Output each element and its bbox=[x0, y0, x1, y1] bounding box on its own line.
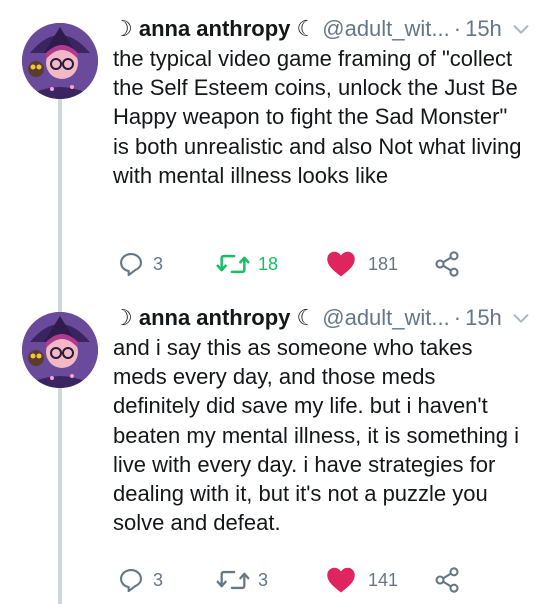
like-count: 181 bbox=[368, 253, 399, 274]
tweet-actions: 3 18 181 bbox=[113, 249, 533, 279]
retweet-icon bbox=[216, 570, 250, 590]
share-button[interactable] bbox=[433, 249, 461, 279]
tweet[interactable]: ☽ anna anthropy ☾ @adult_wit... · 15h an… bbox=[0, 303, 540, 603]
display-name[interactable]: ☽ anna anthropy ☾ bbox=[113, 303, 316, 333]
tweet-text: the typical video game framing of "colle… bbox=[113, 46, 522, 188]
avatar[interactable] bbox=[22, 312, 98, 388]
share-icon bbox=[435, 567, 459, 593]
reply-icon bbox=[120, 569, 142, 593]
retweet-count: 18 bbox=[258, 253, 279, 274]
user-handle[interactable]: @adult_wit... bbox=[322, 14, 450, 44]
reply-count: 3 bbox=[153, 253, 164, 274]
reply-icon bbox=[120, 253, 142, 277]
tweet-text: and i say this as someone who takes meds… bbox=[113, 335, 519, 536]
chevron-down-icon[interactable] bbox=[510, 307, 532, 329]
share-button[interactable] bbox=[433, 565, 461, 595]
tweet[interactable]: ☽ anna anthropy ☾ @adult_wit... · 15h th… bbox=[0, 14, 540, 286]
share-icon bbox=[435, 251, 459, 277]
tweet-header: ☽ anna anthropy ☾ @adult_wit... · 15h bbox=[113, 303, 528, 333]
retweet-button[interactable]: 18 bbox=[216, 249, 278, 279]
chevron-down-icon[interactable] bbox=[510, 18, 532, 40]
separator-dot: · bbox=[453, 305, 462, 330]
reply-button[interactable]: 3 bbox=[117, 565, 163, 595]
avatar[interactable] bbox=[22, 23, 98, 99]
display-name[interactable]: ☽ anna anthropy ☾ bbox=[113, 14, 316, 44]
retweet-icon bbox=[216, 254, 250, 274]
avatar-illustration bbox=[22, 23, 98, 99]
avatar-illustration bbox=[22, 312, 98, 388]
reply-count: 3 bbox=[153, 569, 164, 590]
timestamp[interactable]: 15h bbox=[465, 303, 502, 333]
user-handle[interactable]: @adult_wit... bbox=[322, 303, 450, 333]
retweet-button[interactable]: 3 bbox=[216, 565, 268, 595]
timestamp[interactable]: 15h bbox=[465, 14, 502, 44]
heart-icon bbox=[327, 567, 355, 593]
tweet-actions: 3 3 141 bbox=[113, 565, 533, 595]
like-button[interactable]: 141 bbox=[326, 565, 398, 595]
retweet-count: 3 bbox=[258, 569, 269, 590]
heart-icon bbox=[327, 251, 355, 277]
reply-button[interactable]: 3 bbox=[117, 249, 163, 279]
like-count: 141 bbox=[368, 569, 399, 590]
tweet-header: ☽ anna anthropy ☾ @adult_wit... · 15h bbox=[113, 14, 528, 44]
like-button[interactable]: 181 bbox=[326, 249, 398, 279]
separator-dot: · bbox=[453, 16, 462, 41]
